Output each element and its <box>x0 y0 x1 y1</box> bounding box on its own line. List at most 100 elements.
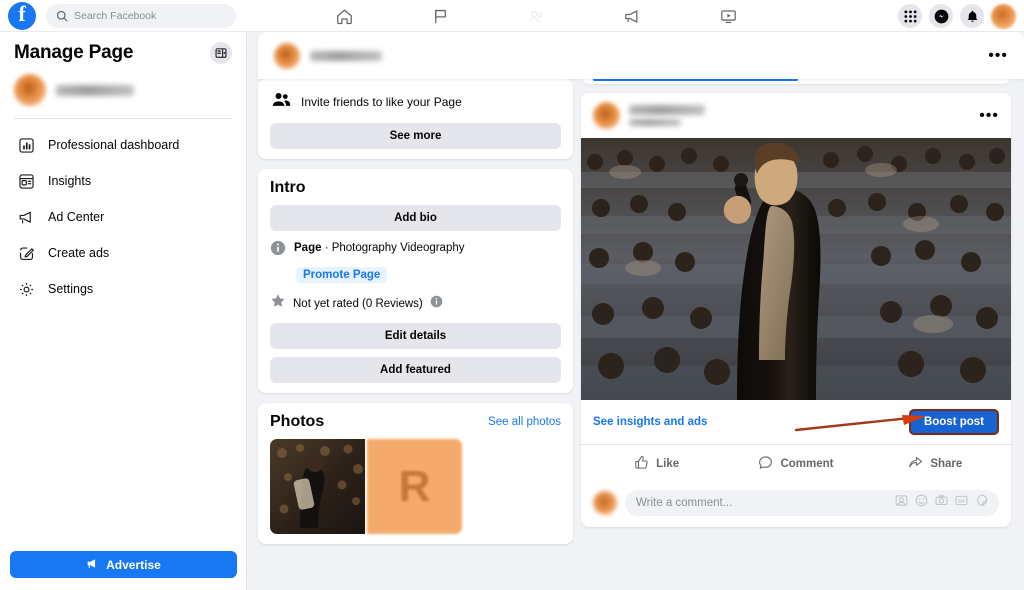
info-icon[interactable] <box>430 295 443 313</box>
sidebar-item-create-ads[interactable]: Create ads <box>8 235 238 271</box>
profile-avatar[interactable] <box>991 3 1016 29</box>
home-icon[interactable] <box>296 0 392 32</box>
comment-bubble-icon <box>758 455 773 473</box>
pencil-square-icon <box>16 243 36 263</box>
see-more-button[interactable]: See more <box>270 123 561 149</box>
sidebar-item-label: Ad Center <box>48 210 105 224</box>
sidebar-item-label: Settings <box>48 282 94 296</box>
facebook-page-manager: f Search Facebook Manage Page Profession… <box>0 0 1024 590</box>
page-sticky-header: ••• <box>258 32 1024 79</box>
top-nav-center-group <box>296 0 776 32</box>
camera-icon[interactable] <box>935 494 948 512</box>
messenger-icon[interactable] <box>929 4 953 28</box>
sidebar-item-label: Professional dashboard <box>48 138 180 152</box>
top-nav-right-group <box>898 0 1016 32</box>
smiley-icon[interactable] <box>915 494 928 512</box>
search-placeholder: Search Facebook <box>74 9 157 22</box>
megaphone-icon <box>16 207 36 227</box>
edit-details-button[interactable]: Edit details <box>270 323 561 349</box>
search-input[interactable]: Search Facebook <box>46 3 236 28</box>
info-icon <box>270 240 286 261</box>
sidebar-title: Manage Page <box>14 42 134 63</box>
intro-category-rest: · Photography Videography <box>321 242 465 254</box>
see-insights-and-ads-link[interactable]: See insights and ads <box>593 416 707 428</box>
megaphone-icon[interactable] <box>584 0 680 32</box>
comment-placeholder: Write a comment... <box>636 497 733 509</box>
invite-card: Invite friends to like your Page See mor… <box>258 79 573 159</box>
notifications-bell-icon[interactable] <box>960 4 984 28</box>
friends-icon <box>272 91 291 113</box>
sidebar-item-label: Insights <box>48 174 92 188</box>
svg-text:GIF: GIF <box>958 498 966 503</box>
share-arrow-icon <box>908 455 923 473</box>
photo-thumbnail[interactable] <box>270 439 365 534</box>
like-button[interactable]: Like <box>587 450 726 478</box>
thumbs-up-icon <box>634 455 649 473</box>
page-name-redacted <box>310 50 382 61</box>
rating-row: Not yet rated (0 Reviews) <box>270 293 561 314</box>
page-left-content-column: Invite friends to like your Page See mor… <box>258 79 573 554</box>
sidebar-item-label: Create ads <box>48 246 110 260</box>
sidebar-item-professional-dashboard[interactable]: Professional dashboard <box>8 127 238 163</box>
video-icon[interactable] <box>680 0 776 32</box>
emoji-avatar-icon[interactable] <box>895 494 908 512</box>
post-header: ••• <box>581 93 1011 138</box>
photos-title: Photos <box>270 413 325 430</box>
see-all-photos-link[interactable]: See all photos <box>488 416 561 428</box>
top-navigation-bar: f Search Facebook <box>0 0 1024 32</box>
letter-tile-thumbnail[interactable]: R <box>367 439 462 534</box>
gif-icon[interactable]: GIF <box>955 494 968 512</box>
page-name-redacted <box>56 84 134 96</box>
bar-chart-icon <box>16 135 36 155</box>
search-icon <box>56 10 68 22</box>
invite-friends-row[interactable]: Invite friends to like your Page <box>270 89 561 123</box>
grid-menu-icon[interactable] <box>898 4 922 28</box>
add-featured-button[interactable]: Add featured <box>270 357 561 383</box>
manage-page-sidebar: Manage Page Professional dashboard Insig <box>0 32 247 590</box>
page-avatar <box>14 74 46 106</box>
promote-page-button[interactable]: Promote Page <box>296 267 388 283</box>
page-avatar[interactable] <box>274 42 300 69</box>
advertise-label: Advertise <box>106 557 161 572</box>
sidebar-item-insights[interactable]: Insights <box>8 163 238 199</box>
flag-icon[interactable] <box>392 0 488 32</box>
comment-button[interactable]: Comment <box>726 450 865 478</box>
add-bio-button[interactable]: Add bio <box>270 205 561 231</box>
facebook-logo[interactable]: f <box>8 1 36 30</box>
sticker-icon[interactable] <box>975 494 988 512</box>
page-menu-ellipsis-icon[interactable]: ••• <box>988 47 1008 64</box>
post-insights-row: See insights and ads Boost post <box>581 400 1011 444</box>
boost-post-button[interactable]: Boost post <box>908 409 999 435</box>
advertise-button[interactable]: Advertise <box>10 551 237 578</box>
post-author-block <box>629 105 705 126</box>
share-button[interactable]: Share <box>866 450 1005 478</box>
intro-category-text: Page · Photography Videography <box>294 240 465 255</box>
intro-card: Intro Add bio Page · Photography Videogr… <box>258 169 573 393</box>
insights-panel-icon <box>16 171 36 191</box>
panel-collapse-icon[interactable] <box>210 42 232 64</box>
page-feed-column: ••• See insights and ads Boost post Like… <box>581 62 1011 527</box>
post-image[interactable] <box>581 138 1011 400</box>
invite-label: Invite friends to like your Page <box>301 95 462 109</box>
sidebar-item-ad-center[interactable]: Ad Center <box>8 199 238 235</box>
groups-icon[interactable] <box>488 0 584 32</box>
comment-input[interactable]: Write a comment... GIF <box>625 490 999 516</box>
intro-category-bold: Page <box>294 242 322 254</box>
sidebar-nav-list: Professional dashboard Insights Ad Cente… <box>0 119 246 315</box>
post-author-avatar[interactable] <box>593 102 620 129</box>
gear-icon <box>16 279 36 299</box>
post-menu-ellipsis-icon[interactable]: ••• <box>979 107 999 124</box>
rating-text: Not yet rated (0 Reviews) <box>293 297 423 310</box>
post-author-name-redacted <box>629 105 705 115</box>
sidebar-item-settings[interactable]: Settings <box>8 271 238 307</box>
share-label: Share <box>930 458 963 470</box>
star-icon <box>270 293 286 314</box>
photos-header: Photos See all photos <box>270 413 561 431</box>
sidebar-page-identity[interactable] <box>0 68 246 118</box>
post-timestamp-redacted <box>629 119 681 126</box>
advertise-section: Advertise <box>0 551 247 578</box>
comment-label: Comment <box>780 458 834 470</box>
intro-category-row: Page · Photography Videography <box>270 240 561 261</box>
photos-grid: R <box>270 439 561 534</box>
intro-title: Intro <box>270 179 306 196</box>
